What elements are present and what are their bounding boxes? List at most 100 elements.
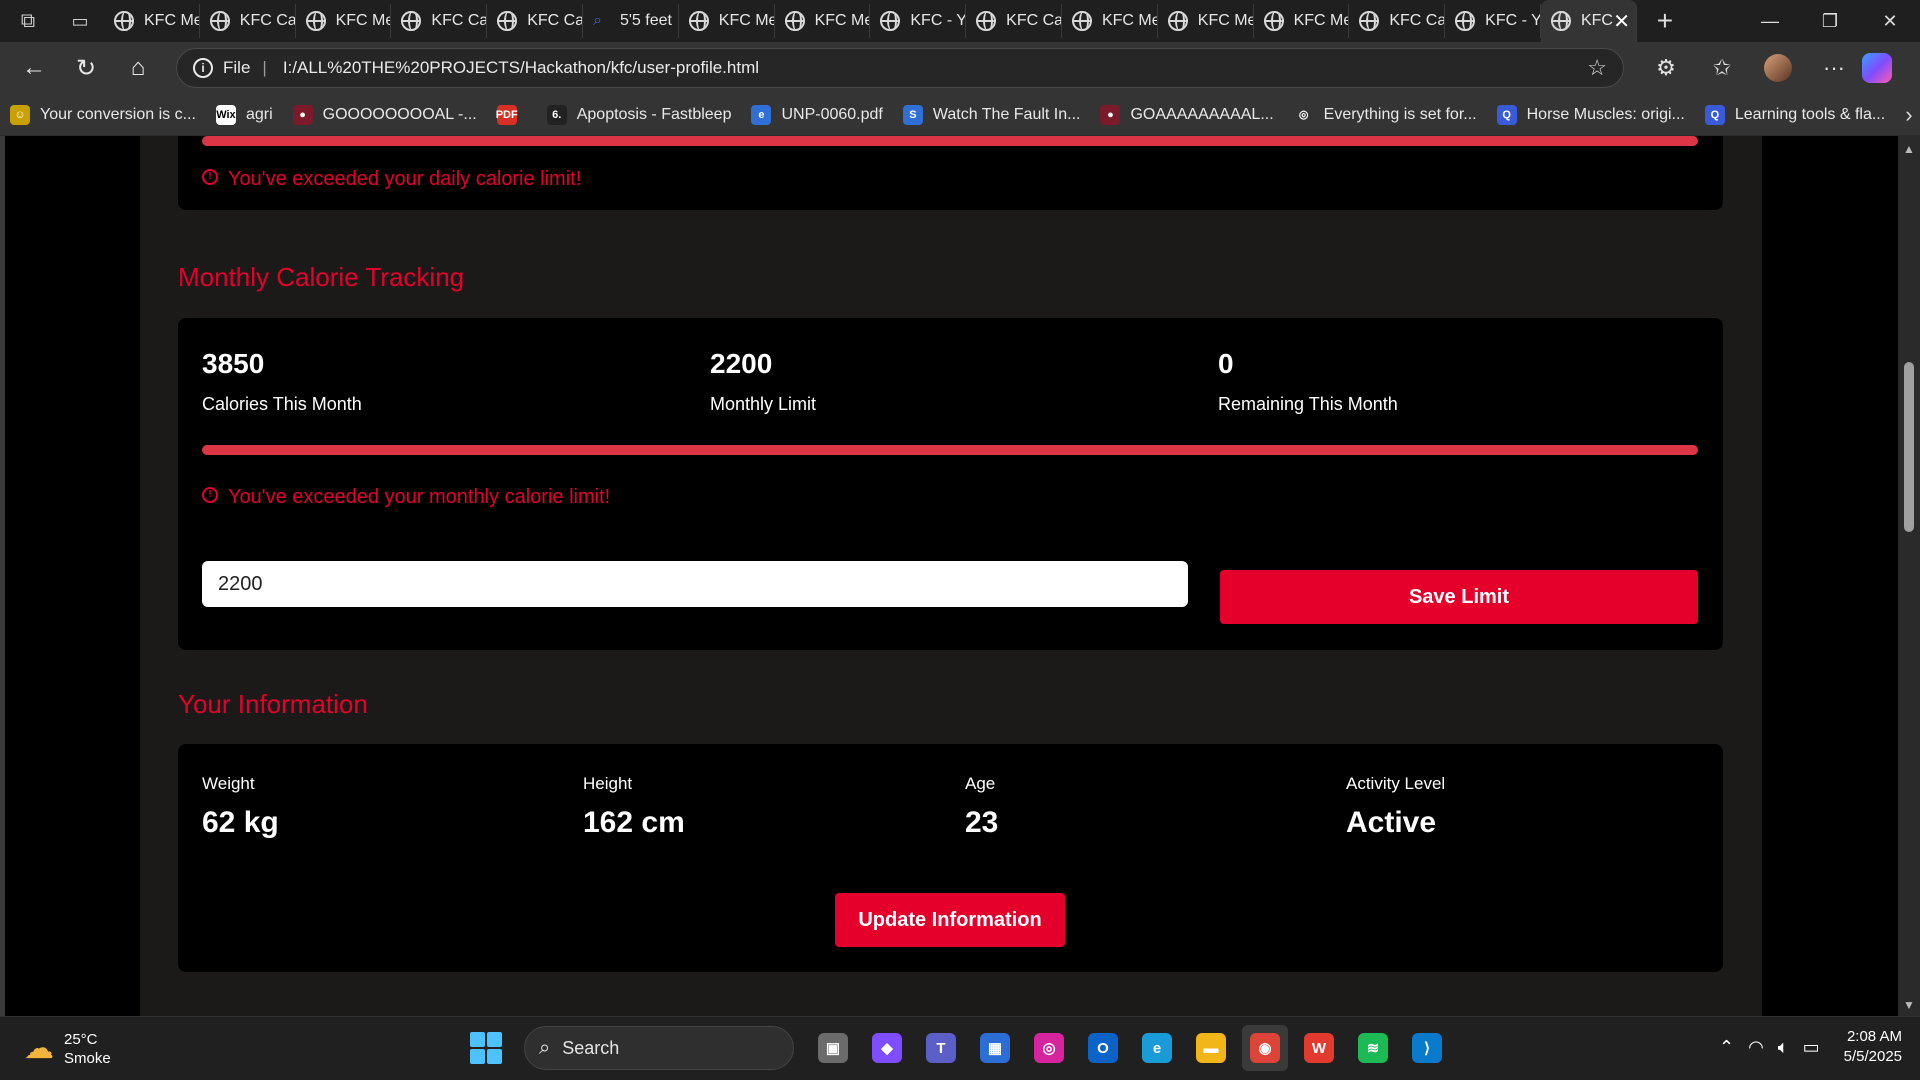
tab-0[interactable]: KFC Me: [104, 4, 200, 38]
taskbar-app-store[interactable]: ▦: [972, 1025, 1018, 1071]
monthly-limit-input[interactable]: [202, 561, 1188, 607]
globe-icon: [1263, 11, 1284, 31]
info-field-activity: Activity Level Active: [1346, 774, 1445, 840]
start-button[interactable]: [470, 1032, 502, 1064]
scrollbar-thumb[interactable]: [1904, 362, 1914, 532]
tab-5[interactable]: ⌕ 5'5 feet: [583, 4, 679, 38]
tab-7[interactable]: KFC Me: [775, 4, 871, 38]
workspaces-icon[interactable]: ⧉: [0, 0, 56, 42]
taskbar-app-spotify[interactable]: ≋: [1350, 1025, 1396, 1071]
taskbar-app-outlook[interactable]: O: [1080, 1025, 1126, 1071]
taskbar-app-instagram[interactable]: ◎: [1026, 1025, 1072, 1071]
tab-2[interactable]: KFC Me: [296, 4, 392, 38]
bookmark-item[interactable]: Q Horse Muscles: origi...: [1496, 104, 1685, 125]
instagram-icon: ◎: [1034, 1033, 1064, 1063]
back-button[interactable]: ←: [8, 42, 60, 94]
bookmark-item[interactable]: ◎ Everything is set for...: [1293, 104, 1477, 125]
clock-time: 2:08 AM: [1846, 1028, 1902, 1045]
tab-label: KFC Cal: [431, 12, 488, 29]
bookmark-item[interactable]: S Watch The Fault In...: [902, 104, 1080, 125]
profile-avatar[interactable]: [1764, 54, 1792, 82]
stat-value: 2200: [710, 348, 773, 379]
refresh-button[interactable]: ↻: [60, 42, 112, 94]
battery-icon[interactable]: ▭: [1803, 1037, 1820, 1058]
address-url: I:/ALL%20THE%20PROJECTS/Hackathon/kfc/us…: [282, 58, 760, 77]
tab-1[interactable]: KFC Cal: [200, 4, 296, 38]
bookmark-favicon-icon: Wix: [215, 104, 236, 125]
tab-label: KFC Cal: [1389, 12, 1446, 29]
copilot-icon[interactable]: [1862, 53, 1892, 83]
bookmark-favicon-icon: 6.: [546, 104, 567, 125]
bookmark-item[interactable]: ● GOAAAAAAAAAL...: [1100, 104, 1274, 125]
tab-4[interactable]: KFC Cal: [487, 4, 583, 38]
close-tab-icon[interactable]: ✕: [1613, 9, 1630, 34]
home-button[interactable]: ⌂: [112, 42, 164, 94]
tab-13[interactable]: KFC Cal: [1349, 4, 1446, 38]
taskbar-app-vscode[interactable]: ⟩: [1404, 1025, 1450, 1071]
weather-temp: 25°C: [64, 1030, 98, 1048]
taskbar-app-file-explorer[interactable]: ▬: [1188, 1025, 1234, 1071]
tab-8[interactable]: KFC - Yc: [870, 4, 967, 38]
tab-active[interactable]: KFC ✕: [1540, 0, 1637, 42]
clock[interactable]: 2:08 AM 5/5/2025: [1844, 1027, 1902, 1067]
scroll-down-icon[interactable]: ▼: [1903, 998, 1915, 1012]
wifi-icon[interactable]: ◠: [1748, 1037, 1764, 1058]
vertical-tabs-icon[interactable]: ▭: [56, 0, 104, 42]
favorites-icon[interactable]: ✩: [1694, 55, 1750, 81]
info-icon[interactable]: i: [193, 58, 213, 78]
address-bar[interactable]: i File | I:/ALL%20THE%20PROJECTS/Hackath…: [176, 48, 1624, 88]
bookmark-item[interactable]: ● GOOOOOOOOAL -...: [292, 104, 477, 125]
tab-9[interactable]: KFC Cal: [966, 4, 1062, 38]
bookmarks-more-chevron-icon[interactable]: ›: [1905, 102, 1912, 128]
more-menu-icon[interactable]: ···: [1806, 55, 1862, 81]
monthly-progress-bar: [202, 445, 1698, 455]
tab-label: KFC - Yc: [910, 12, 967, 29]
bookmark-item[interactable]: Q Learning tools & fla...: [1704, 104, 1885, 125]
taskbar-app-edge[interactable]: e: [1134, 1025, 1180, 1071]
scroll-up-icon[interactable]: ▲: [1903, 142, 1915, 156]
bookmark-favicon-icon: e: [751, 104, 772, 125]
tab-12[interactable]: KFC Me: [1254, 4, 1350, 38]
stat-label: Monthly Limit: [710, 394, 817, 414]
edge-icon: e: [1142, 1033, 1172, 1063]
bookmark-label: UNP-0060.pdf: [781, 105, 883, 123]
tab-label: KFC Cal: [527, 12, 583, 29]
favorite-star-icon[interactable]: ☆: [1587, 55, 1607, 81]
bookmark-item[interactable]: e UNP-0060.pdf: [751, 104, 883, 125]
restore-button[interactable]: ❐: [1800, 11, 1860, 32]
tab-3[interactable]: KFC Cal: [391, 4, 488, 38]
update-information-button[interactable]: Update Information: [835, 893, 1065, 947]
taskbar-app-wps[interactable]: W: [1296, 1025, 1342, 1071]
bookmark-label: Apoptosis - Fastbleep: [576, 105, 732, 123]
new-tab-button[interactable]: +: [1637, 5, 1693, 37]
weather-widget[interactable]: ☁ 25°C Smoke: [24, 1030, 111, 1068]
taskbar-app-copilot[interactable]: ◆: [864, 1025, 910, 1071]
stat-calories-month: 3850 Calories This Month: [202, 348, 362, 415]
daily-tracking-card: ! You've exceeded your daily calorie lim…: [178, 136, 1723, 210]
info-field-weight: Weight 62 kg: [202, 774, 279, 840]
tray-chevron-icon[interactable]: ⌃: [1719, 1037, 1734, 1058]
stat-value: 0: [1218, 348, 1234, 379]
tab-10[interactable]: KFC Me: [1062, 4, 1158, 38]
tab-14[interactable]: KFC - Yo: [1445, 4, 1541, 38]
bookmark-item[interactable]: PDF: [496, 104, 527, 125]
field-label: Age: [965, 774, 996, 793]
save-limit-button[interactable]: Save Limit: [1220, 570, 1698, 624]
bookmark-item[interactable]: ☺ Your conversion is c...: [10, 104, 196, 125]
tab-11[interactable]: KFC Me: [1158, 4, 1254, 38]
globe-icon: [1455, 11, 1476, 31]
tab-6[interactable]: KFC Me: [679, 4, 775, 38]
extensions-icon[interactable]: ⚙: [1638, 55, 1694, 81]
tab-label: KFC Me: [718, 12, 775, 29]
taskbar-search[interactable]: ⌕ Search: [524, 1026, 794, 1070]
volume-icon[interactable]: 🔈︎: [1778, 1037, 1789, 1058]
page-scrollbar[interactable]: ▲ ▼: [1898, 136, 1920, 1016]
taskbar-app-teams[interactable]: T: [918, 1025, 964, 1071]
bookmark-item[interactable]: 6. Apoptosis - Fastbleep: [546, 104, 732, 125]
taskbar-app-chrome[interactable]: ◉: [1242, 1025, 1288, 1071]
taskbar-app-task-view[interactable]: ▣: [810, 1025, 856, 1071]
bookmark-item[interactable]: Wix agri: [215, 104, 273, 125]
tab-label: KFC Me: [814, 12, 871, 29]
minimize-button[interactable]: —: [1740, 11, 1800, 32]
close-window-button[interactable]: ✕: [1860, 11, 1920, 32]
